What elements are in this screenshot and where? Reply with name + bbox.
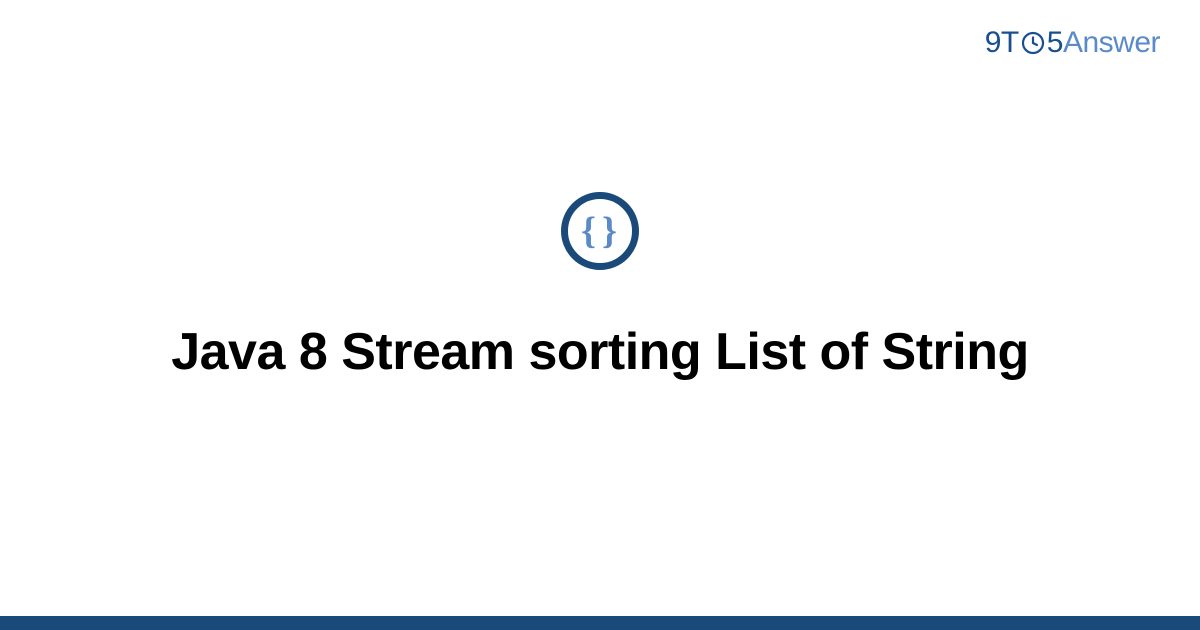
footer-accent-bar: [0, 616, 1200, 630]
content-area: {} Java 8 Stream sorting List of String: [0, 0, 1200, 616]
topic-badge: {}: [561, 192, 639, 270]
page-title: Java 8 Stream sorting List of String: [171, 320, 1029, 385]
code-braces-icon: {}: [581, 212, 623, 250]
